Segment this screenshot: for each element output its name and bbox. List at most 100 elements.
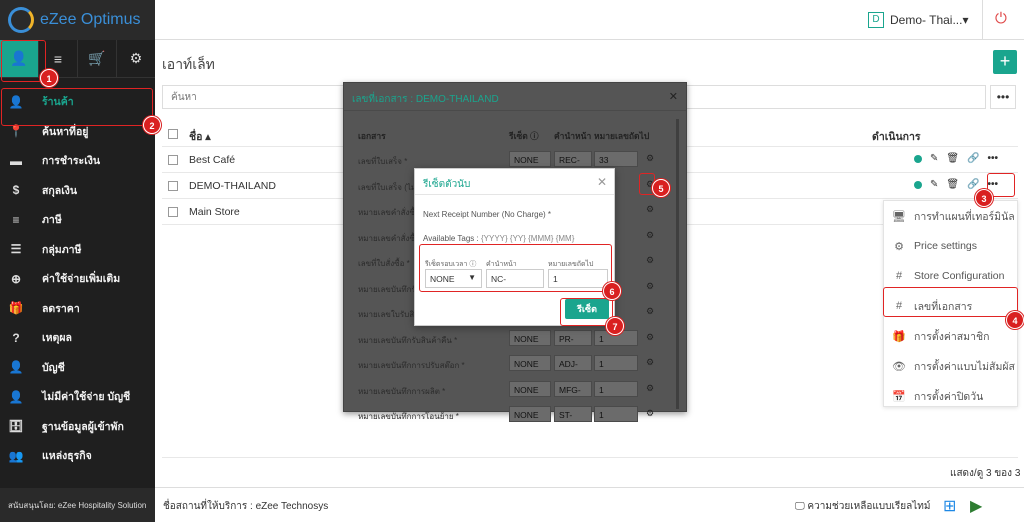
tags-label: Available Tags : — [423, 234, 479, 243]
document-label: หมายเลขบันทึกการโอนย้าย * — [358, 412, 459, 421]
annotation-badge-4: 4 — [1006, 311, 1024, 329]
document-row: หมายเลขบันทึกการผลิต * NONE MFG- 1 ⚙ — [344, 377, 674, 402]
sidebar-item-icon: ☰ — [10, 242, 22, 257]
more-options-button[interactable]: ••• — [990, 85, 1016, 109]
sidebar-item[interactable]: ⊕ ค่าใช้จ่ายเพิ่มเติม — [0, 264, 155, 294]
menu-item[interactable]: ⚙ Price settings — [884, 231, 1017, 261]
document-label: หมายเลขบันทึกการปรับสต๊อก * — [358, 361, 465, 370]
delete-icon[interactable]: 🗑 — [946, 179, 959, 190]
menu-item[interactable]: 📅 การตั้งค่าปิดวัน — [884, 381, 1017, 411]
annotation-badge-2: 2 — [143, 116, 161, 134]
prefix-field[interactable]: REC- — [554, 151, 592, 167]
sidebar-item-icon: ? — [12, 330, 20, 345]
menu-item-icon: 🖥 — [892, 210, 906, 223]
status-dot-icon — [914, 154, 922, 163]
settings-gear-icon[interactable]: ⚙ — [646, 281, 654, 292]
top-header: D Demo- Thai...▾ ⏻ — [155, 0, 1024, 40]
next-number-field[interactable]: 33 — [594, 151, 638, 167]
sidebar-item[interactable]: 👤 บัญชี — [0, 353, 155, 383]
settings-gear-icon[interactable]: ⚙ — [646, 383, 654, 394]
row-checkbox[interactable] — [168, 207, 178, 217]
close-icon[interactable]: ✕ — [597, 175, 607, 189]
select-all-checkbox[interactable] — [168, 129, 178, 139]
reset-field[interactable]: NONE — [509, 406, 551, 422]
menu-item-label: การตั้งค่าปิดวัน — [914, 390, 984, 403]
sidebar-item[interactable]: $ สกุลเงิน — [0, 176, 155, 206]
settings-gear-icon[interactable]: ⚙ — [646, 255, 654, 266]
column-name-header[interactable]: ชื่อ ▴ — [189, 128, 211, 145]
scrollbar[interactable] — [676, 119, 679, 409]
sidebar-item-label: บัญชี — [42, 361, 65, 374]
realtime-help-link[interactable]: 🖵 ความช่วยเหลือแบบเรียลไทม์ — [795, 499, 930, 514]
sidebar-item[interactable]: ? เหตุผล — [0, 323, 155, 353]
sidebar-item-label: ลดราคา — [42, 302, 80, 315]
document-row: หมายเลขบันทึกการโอนย้าย * NONE ST- 1 ⚙ — [344, 402, 674, 427]
edit-icon[interactable]: ✎ — [930, 179, 938, 190]
settings-gear-icon[interactable]: ⚙ — [646, 153, 654, 164]
close-icon[interactable]: ✕ — [669, 90, 678, 103]
page-footer: ชื่อสถานที่ให้บริการ : eZee Technosys 🖵 … — [155, 487, 1024, 522]
prefix-field[interactable]: ST- — [554, 406, 592, 422]
document-label: หมายเลขบันทึกรับสินค้าคืน * — [358, 335, 458, 345]
reset-field[interactable]: NONE — [509, 355, 551, 371]
tags-values: {YYYY} {YY} {MMM} {MM} — [480, 234, 575, 243]
menu-item[interactable]: 🖥 การทำแผนที่เทอร์มินัล — [884, 201, 1017, 231]
column-actions-header: ดำเนินการ — [872, 131, 921, 143]
settings-gear-icon[interactable]: ⚙ — [646, 357, 654, 368]
property-badge[interactable]: D — [868, 12, 884, 28]
windows-icon[interactable]: ⊞ — [943, 496, 956, 516]
sidebar-item-label: ไม่มีค่าใช้จ่าย บัญชี — [42, 391, 131, 404]
sidebar-item[interactable]: 🎁 ลดราคา — [0, 294, 155, 324]
link-icon[interactable]: 🔗 — [967, 179, 979, 190]
available-tags: Available Tags : {YYYY} {YY} {MMM} {MM} — [423, 234, 574, 243]
sidebar-item-label: เหตุผล — [42, 332, 72, 345]
next-number-field[interactable]: 1 — [594, 380, 638, 397]
sidebar-item-label: ภาษี — [42, 214, 62, 227]
menu-item-label: การตั้งค่าสมาชิก — [914, 330, 990, 343]
document-label: เลขที่ใบสั่งซื้อ * — [358, 259, 410, 268]
settings-gear-icon[interactable]: ⚙ — [646, 306, 654, 317]
link-icon[interactable]: 🔗 — [967, 153, 979, 164]
sidebar-item[interactable]: 🗄 ฐานข้อมูลผู้เข้าพัก — [0, 412, 155, 442]
sidebar-item[interactable]: ▬ การชำระเงิน — [0, 146, 155, 176]
cart-icon[interactable]: 🛒 — [78, 40, 117, 77]
col-document: เอกสาร — [358, 131, 386, 141]
reset-field[interactable]: NONE — [509, 151, 551, 167]
prefix-field[interactable]: MFG- — [554, 380, 592, 397]
settings-gear-icon[interactable]: ⚙ — [646, 230, 654, 241]
power-icon[interactable]: ⏻ — [995, 10, 1007, 27]
menu-item-icon: 🎁 — [892, 330, 906, 343]
menu-item[interactable]: 🎁 การตั้งค่าสมาชิก — [884, 321, 1017, 351]
reset-field[interactable]: NONE — [509, 329, 551, 346]
sidebar-item-icon: 🗄 — [8, 419, 24, 434]
sidebar-item[interactable]: ≡ ภาษี — [0, 205, 155, 235]
gear-icon[interactable]: ⚙ — [117, 40, 155, 77]
settings-gear-icon[interactable]: ⚙ — [646, 408, 654, 419]
delete-icon[interactable]: 🗑 — [946, 153, 959, 164]
more-actions-icon[interactable]: ••• — [988, 153, 999, 164]
add-button[interactable]: + — [993, 50, 1017, 74]
settings-gear-icon[interactable]: ⚙ — [646, 332, 654, 343]
annotation-box-6 — [419, 244, 612, 292]
next-number-field[interactable]: 1 — [594, 406, 638, 422]
logo-text: eZee Optimus — [40, 11, 141, 28]
menu-item-label: การตั้งค่าแบบไม่สัมผัส — [914, 360, 1015, 373]
menu-item[interactable]: 👁 การตั้งค่าแบบไม่สัมผัส — [884, 351, 1017, 381]
row-actions: ✎ 🗑 🔗 ••• — [914, 153, 998, 164]
row-checkbox[interactable] — [168, 181, 178, 191]
reset-field[interactable]: NONE — [509, 380, 551, 397]
prefix-field[interactable]: ADJ- — [554, 355, 592, 371]
next-number-field[interactable]: 1 — [594, 355, 638, 371]
pagination-info: แสดง/ดู 3 ของ 3 — [950, 468, 1021, 479]
settings-gear-icon[interactable]: ⚙ — [646, 204, 654, 215]
property-selector[interactable]: Demo- Thai...▾ — [890, 13, 969, 27]
service-location: ชื่อสถานที่ให้บริการ : eZee Technosys — [163, 501, 329, 512]
sidebar-item[interactable]: ☰ กลุ่มภาษี — [0, 235, 155, 265]
sidebar-item[interactable]: 👤 ไม่มีค่าใช้จ่าย บัญชี — [0, 382, 155, 412]
sidebar-item[interactable]: 👥 แหล่งธุรกิจ — [0, 441, 155, 471]
app-logo[interactable]: eZee Optimus — [0, 0, 155, 40]
edit-icon[interactable]: ✎ — [930, 153, 938, 164]
google-play-icon[interactable]: ▶ — [970, 496, 982, 516]
row-checkbox[interactable] — [168, 155, 178, 165]
prefix-field[interactable]: PR- — [554, 329, 592, 346]
